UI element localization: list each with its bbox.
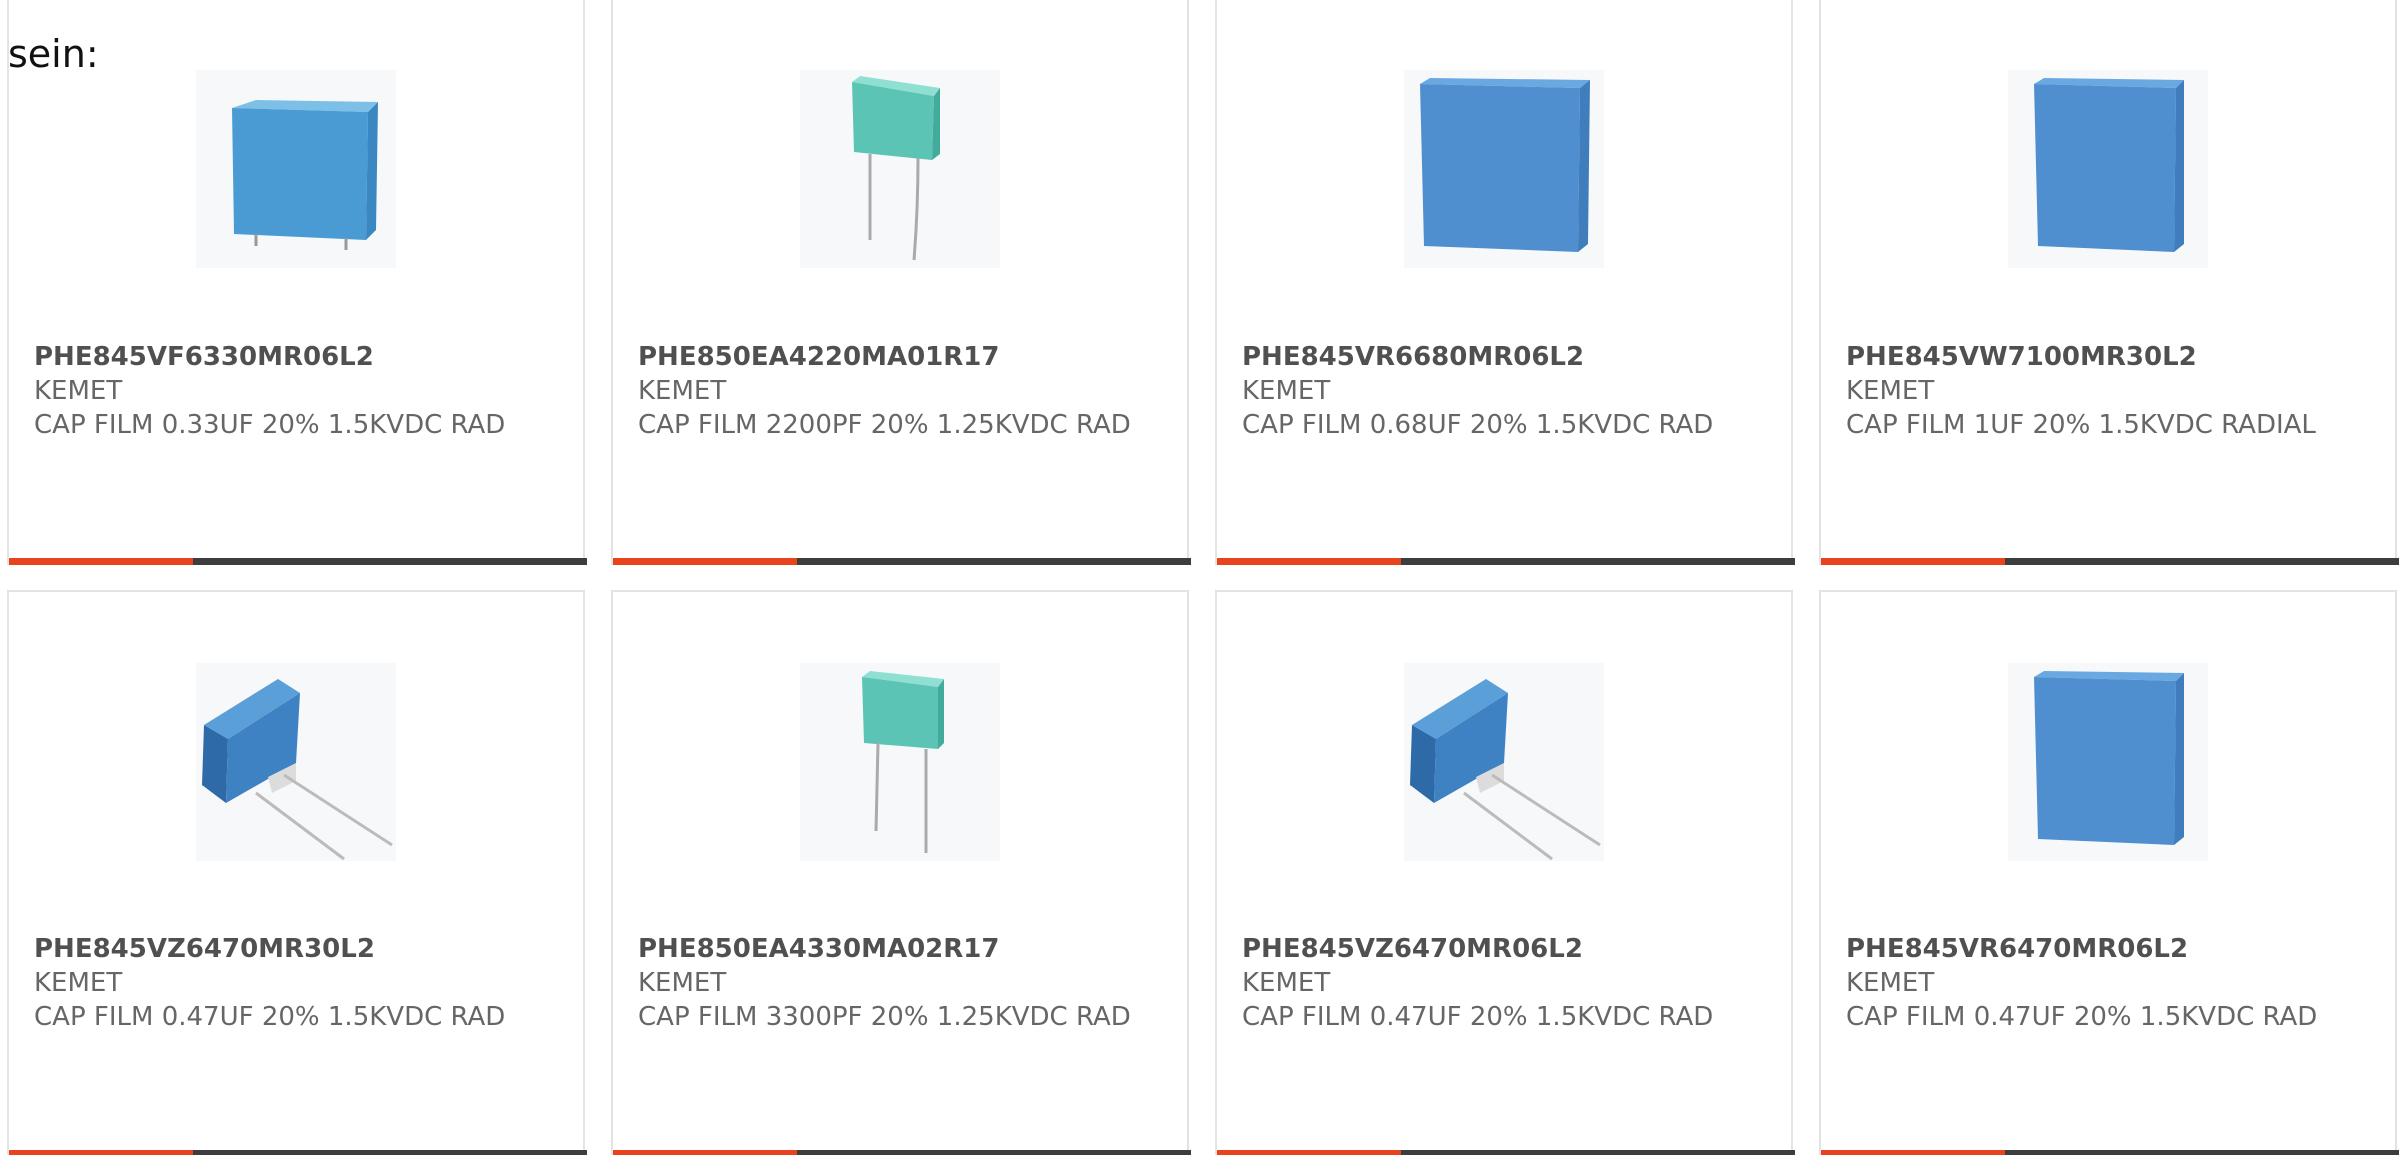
product-image[interactable] (2008, 70, 2208, 268)
intro-text: sein: (8, 32, 99, 76)
product-description: CAP FILM 0.68UF 20% 1.5KVDC RAD (1242, 410, 1714, 440)
product-description: CAP FILM 2200PF 20% 1.25KVDC RAD (638, 410, 1131, 440)
card-accent (613, 558, 797, 565)
product-image[interactable] (800, 663, 1000, 861)
card-accent (613, 1150, 797, 1155)
part-number[interactable]: PHE845VF6330MR06L2 (34, 340, 374, 374)
product-description: CAP FILM 3300PF 20% 1.25KVDC RAD (638, 1002, 1131, 1032)
part-number[interactable]: PHE850EA4220MA01R17 (638, 340, 999, 374)
product-description: CAP FILM 0.47UF 20% 1.5KVDC RAD (34, 1002, 506, 1032)
product-card[interactable]: PHE845VR6680MR06L2 KEMET CAP FILM 0.68UF… (1215, 0, 1795, 565)
product-card[interactable]: PHE845VR6470MR06L2 KEMET CAP FILM 0.47UF… (1819, 590, 2399, 1155)
part-number[interactable]: PHE845VR6680MR06L2 (1242, 340, 1584, 374)
product-description: CAP FILM 0.33UF 20% 1.5KVDC RAD (34, 410, 506, 440)
part-number[interactable]: PHE845VW7100MR30L2 (1846, 340, 2197, 374)
manufacturer: KEMET (638, 376, 727, 406)
product-card[interactable]: PHE850EA4330MA02R17 KEMET CAP FILM 3300P… (611, 590, 1191, 1155)
product-card[interactable]: PHE845VF6330MR06L2 KEMET CAP FILM 0.33UF… (7, 0, 587, 565)
card-footer-bar (1821, 558, 2399, 565)
part-number[interactable]: PHE845VR6470MR06L2 (1846, 932, 2188, 966)
part-number[interactable]: PHE850EA4330MA02R17 (638, 932, 999, 966)
capacitor-box-icon (2034, 671, 2184, 845)
card-accent (1821, 558, 2005, 565)
product-card[interactable]: PHE845VZ6470MR30L2 KEMET CAP FILM 0.47UF… (7, 590, 587, 1155)
product-image[interactable] (800, 70, 1000, 268)
product-image[interactable] (2008, 663, 2208, 861)
capacitor-angled-icon (202, 679, 393, 861)
card-accent (1217, 1150, 1401, 1155)
product-description: CAP FILM 1UF 20% 1.5KVDC RADIAL (1846, 410, 2316, 440)
card-footer-bar (1217, 558, 1795, 565)
manufacturer: KEMET (1242, 376, 1331, 406)
page: PHE845VF6330MR06L2 KEMET CAP FILM 0.33UF… (0, 0, 2400, 1155)
part-number[interactable]: PHE845VZ6470MR06L2 (1242, 932, 1583, 966)
card-footer-bar (9, 558, 587, 565)
product-description: CAP FILM 0.47UF 20% 1.5KVDC RAD (1846, 1002, 2318, 1032)
product-image[interactable] (196, 70, 396, 268)
manufacturer: KEMET (1242, 968, 1331, 998)
manufacturer: KEMET (638, 968, 727, 998)
capacitor-angled-icon (1410, 679, 1601, 861)
product-card[interactable]: PHE845VW7100MR30L2 KEMET CAP FILM 1UF 20… (1819, 0, 2399, 565)
capacitor-box-icon (1420, 78, 1590, 252)
capacitor-box-icon (232, 100, 378, 250)
capacitor-box-icon (2034, 78, 2184, 252)
capacitor-teal-leads-icon (852, 76, 940, 261)
manufacturer: KEMET (1846, 968, 1935, 998)
card-footer-bar (1821, 1150, 2399, 1155)
card-footer-bar (613, 1150, 1191, 1155)
card-accent (1217, 558, 1401, 565)
product-card[interactable]: PHE845VZ6470MR06L2 KEMET CAP FILM 0.47UF… (1215, 590, 1795, 1155)
card-accent (9, 558, 193, 565)
product-image[interactable] (1404, 70, 1604, 268)
manufacturer: KEMET (34, 968, 123, 998)
product-image[interactable] (196, 663, 396, 861)
card-footer-bar (1217, 1150, 1795, 1155)
card-footer-bar (613, 558, 1191, 565)
card-footer-bar (9, 1150, 587, 1155)
capacitor-teal-leads-icon (862, 671, 944, 853)
product-description: CAP FILM 0.47UF 20% 1.5KVDC RAD (1242, 1002, 1714, 1032)
product-grid: PHE845VF6330MR06L2 KEMET CAP FILM 0.33UF… (0, 0, 2400, 1155)
card-accent (1821, 1150, 2005, 1155)
part-number[interactable]: PHE845VZ6470MR30L2 (34, 932, 375, 966)
product-image[interactable] (1404, 663, 1604, 861)
card-accent (9, 1150, 193, 1155)
product-card[interactable]: PHE850EA4220MA01R17 KEMET CAP FILM 2200P… (611, 0, 1191, 565)
manufacturer: KEMET (1846, 376, 1935, 406)
manufacturer: KEMET (34, 376, 123, 406)
